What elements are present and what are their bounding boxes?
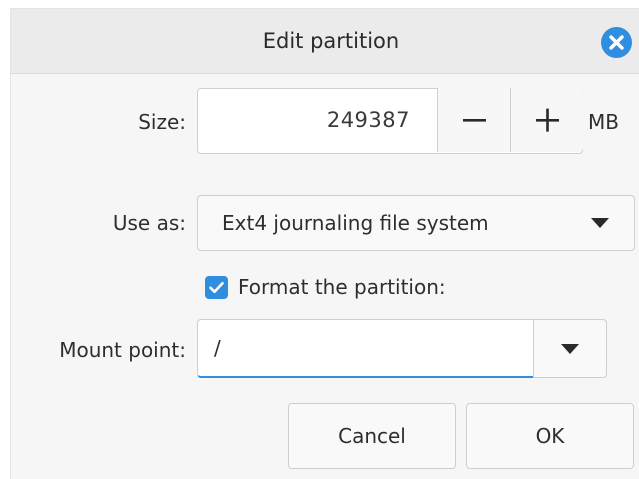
dialog-title: Edit partition [262, 29, 400, 53]
format-checkbox[interactable] [205, 276, 228, 299]
mount-point-input[interactable]: / [197, 319, 535, 378]
use-as-dropdown[interactable]: Ext4 journaling file system [197, 195, 635, 251]
ok-button[interactable]: OK [466, 403, 634, 469]
size-input[interactable]: 249387 [327, 89, 410, 151]
chevron-down-icon [561, 344, 579, 354]
use-as-selected: Ext4 journaling file system [222, 211, 489, 235]
use-as-label: Use as: [112, 211, 186, 235]
size-increment-button[interactable] [510, 88, 583, 152]
size-decrement-button[interactable] [437, 88, 510, 152]
cancel-button[interactable]: Cancel [288, 403, 456, 469]
mount-point-dropdown-button[interactable] [533, 319, 607, 378]
size-unit: MB [588, 110, 619, 134]
close-button[interactable] [601, 27, 632, 58]
close-icon [609, 35, 624, 50]
checkmark-icon [209, 281, 224, 294]
size-label: Size: [138, 110, 186, 134]
dialog-titlebar: Edit partition [11, 9, 639, 74]
chevron-down-icon [591, 218, 609, 228]
minus-icon [463, 119, 486, 122]
format-checkbox-label[interactable]: Format the partition: [238, 273, 446, 301]
mount-point-label: Mount point: [59, 338, 186, 362]
size-spinbox: 249387 [197, 88, 583, 154]
plus-icon [536, 108, 559, 132]
